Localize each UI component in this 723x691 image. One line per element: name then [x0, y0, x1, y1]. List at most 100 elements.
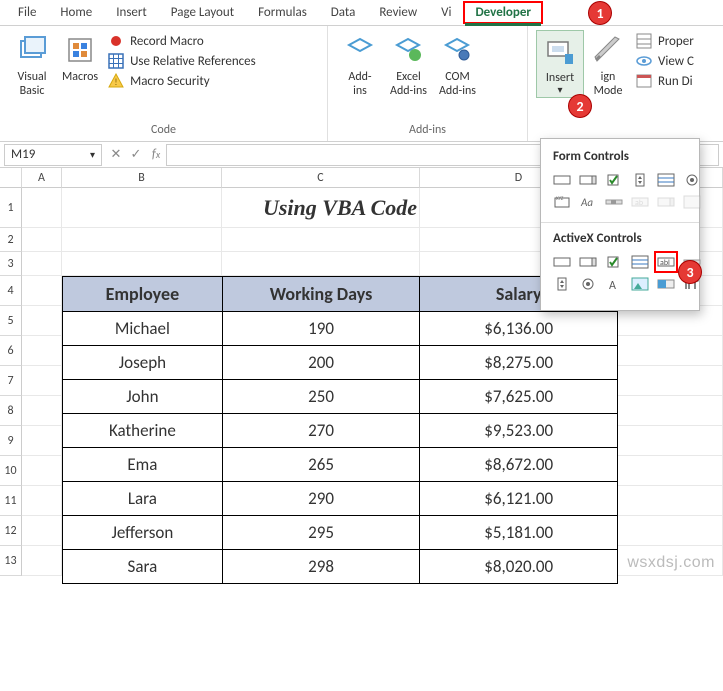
visual-basic-button[interactable]: Visual Basic [8, 30, 56, 102]
table-cell[interactable]: 200 [222, 346, 420, 380]
activex-listbox-icon[interactable] [629, 252, 651, 272]
activex-commandbutton-icon[interactable] [551, 252, 573, 272]
macros-button[interactable]: Macros [56, 30, 104, 88]
addins-button[interactable]: Add- ins [336, 30, 384, 102]
form-textfield-icon[interactable]: ab [629, 192, 651, 212]
table-cell[interactable]: $5,181.00 [420, 516, 618, 550]
row-header[interactable]: 6 [0, 336, 22, 366]
row-header[interactable]: 7 [0, 366, 22, 396]
form-button-icon[interactable] [551, 170, 573, 190]
activex-checkbox-icon[interactable] [603, 252, 625, 272]
row-header[interactable]: 12 [0, 516, 22, 546]
cancel-formula-button[interactable]: ✕ [106, 147, 126, 162]
insert-control-button[interactable]: Insert ▾ 2 [536, 30, 584, 98]
tab-home[interactable]: Home [48, 1, 104, 24]
run-dialog-button[interactable]: Run Di [634, 72, 696, 90]
view-code-button[interactable]: View C [634, 52, 696, 70]
activex-optionbutton-icon[interactable] [577, 274, 599, 294]
properties-button[interactable]: Proper [634, 32, 696, 50]
table-cell[interactable]: $6,121.00 [420, 482, 618, 516]
insert-controls-dropdown: Form Controls XYZ Aa ab ActiveX Controls… [540, 138, 700, 311]
table-cell[interactable]: Lara [63, 482, 223, 516]
table-cell[interactable]: $7,625.00 [420, 380, 618, 414]
fx-button[interactable]: fx [146, 147, 166, 162]
excel-addins-button[interactable]: Excel Add-ins [384, 30, 433, 102]
table-cell[interactable]: Michael [63, 312, 223, 346]
table-cell[interactable]: Ema [63, 448, 223, 482]
table-cell[interactable]: 250 [222, 380, 420, 414]
enter-formula-button[interactable]: ✓ [126, 147, 146, 162]
row-header[interactable]: 4 [0, 276, 22, 306]
table-cell[interactable]: 295 [222, 516, 420, 550]
form-combobox-icon[interactable] [577, 170, 599, 190]
row-header[interactable]: 10 [0, 456, 22, 486]
form-optionbutton-icon[interactable] [681, 170, 703, 190]
table-cell[interactable]: $8,672.00 [420, 448, 618, 482]
table-cell[interactable]: Katherine [63, 414, 223, 448]
activex-image-icon[interactable] [629, 274, 651, 294]
table-row: John250$7,625.00 [63, 380, 618, 414]
table-cell[interactable]: Jefferson [63, 516, 223, 550]
col-header[interactable]: B [62, 168, 222, 188]
com-addins-button[interactable]: COM Add-ins [433, 30, 482, 102]
design-mode-button[interactable]: ign Mode [584, 30, 632, 102]
form-combo-disabled-icon[interactable] [655, 192, 677, 212]
tab-insert[interactable]: Insert [104, 1, 159, 24]
row-header[interactable]: 3 [0, 252, 22, 276]
row-header[interactable]: 1 [0, 188, 22, 228]
row-header[interactable]: 11 [0, 486, 22, 516]
tab-data[interactable]: Data [319, 1, 368, 24]
form-edit-disabled-icon[interactable] [681, 192, 703, 212]
use-relative-references-button[interactable]: Use Relative References [106, 52, 258, 70]
name-box[interactable]: M19 ▾ [4, 144, 102, 166]
tab-review[interactable]: Review [367, 1, 429, 24]
table-cell[interactable]: Joseph [63, 346, 223, 380]
form-listbox-icon[interactable] [655, 170, 677, 190]
activex-textbox-icon[interactable]: abl [655, 252, 677, 272]
activex-togglebutton-icon[interactable] [655, 274, 677, 294]
activex-combobox-icon[interactable] [577, 252, 599, 272]
table-cell[interactable]: 298 [222, 550, 420, 584]
activex-label-icon[interactable]: A [603, 274, 625, 294]
table-cell[interactable]: 265 [222, 448, 420, 482]
data-table: EmployeeWorking DaysSalaryMichael190$6,1… [62, 276, 618, 584]
row-header[interactable]: 5 [0, 306, 22, 336]
table-cell[interactable]: John [63, 380, 223, 414]
col-header[interactable]: A [22, 168, 62, 188]
table-cell[interactable]: $9,523.00 [420, 414, 618, 448]
record-macro-button[interactable]: Record Macro [106, 32, 258, 50]
visual-basic-label: Visual Basic [17, 70, 46, 98]
macro-security-button[interactable]: ! Macro Security [106, 72, 258, 90]
row-header[interactable]: 9 [0, 426, 22, 456]
table-cell[interactable]: $8,020.00 [420, 550, 618, 584]
form-scrollbar-icon[interactable] [603, 192, 625, 212]
tab-formulas[interactable]: Formulas [246, 1, 319, 24]
tab-developer[interactable]: Developer [463, 1, 543, 24]
tab-file[interactable]: File [6, 1, 48, 24]
table-cell[interactable]: $6,136.00 [420, 312, 618, 346]
col-header[interactable]: C [222, 168, 420, 188]
addins-icon [344, 34, 376, 66]
form-checkbox-icon[interactable] [603, 170, 625, 190]
macros-label: Macros [62, 70, 98, 84]
activex-spinbutton-icon[interactable] [551, 274, 573, 294]
table-cell[interactable]: 190 [222, 312, 420, 346]
record-macro-icon [108, 33, 124, 49]
tab-view[interactable]: Vi [429, 1, 463, 24]
row-header[interactable]: 8 [0, 396, 22, 426]
table-cell[interactable]: $8,275.00 [420, 346, 618, 380]
form-spinner-icon[interactable] [629, 170, 651, 190]
table-cell[interactable]: 290 [222, 482, 420, 516]
table-cell[interactable]: Sara [63, 550, 223, 584]
row-header[interactable]: 13 [0, 546, 22, 576]
activex-controls-header: ActiveX Controls [541, 227, 699, 252]
form-label-icon[interactable]: Aa [577, 192, 599, 212]
col-header[interactable] [0, 168, 22, 188]
row-header[interactable]: 2 [0, 228, 22, 252]
form-groupbox-icon[interactable]: XYZ [551, 192, 573, 212]
table-cell[interactable]: 270 [222, 414, 420, 448]
excel-addins-icon [392, 34, 424, 66]
com-addins-label: COM Add-ins [439, 70, 476, 98]
macro-security-icon: ! [108, 73, 124, 89]
tab-pagelayout[interactable]: Page Layout [159, 1, 246, 24]
